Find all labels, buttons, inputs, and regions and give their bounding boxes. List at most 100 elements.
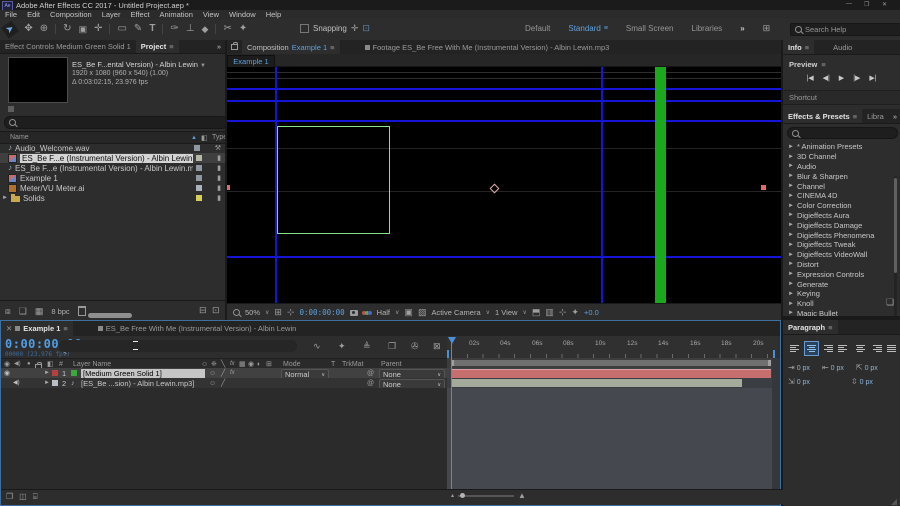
workspace-overflow-icon[interactable]: » xyxy=(740,24,744,33)
layer-row-1[interactable]: ◉ ► 1 [Medium Green Solid 1] ☺ ╱ fx Norm… xyxy=(1,368,447,380)
project-item-selected[interactable]: ES_Be F...e (Instrumental Version) - Alb… xyxy=(0,153,225,163)
layer-duration-bar-solid[interactable] xyxy=(451,369,771,378)
effects-category[interactable]: ► Keying xyxy=(783,289,900,299)
tab-libraries[interactable]: Libra xyxy=(862,109,889,123)
first-frame-button[interactable]: |◀ xyxy=(806,74,813,82)
snapshot-icon[interactable] xyxy=(349,309,358,316)
safe-margins-icon[interactable]: ⊹ xyxy=(287,308,295,317)
shape-outline-rect[interactable] xyxy=(277,126,390,234)
transparency-grid-icon[interactable]: ▨ xyxy=(418,308,427,317)
camera-view-value[interactable]: Active Camera xyxy=(431,308,480,317)
effects-category[interactable]: ► Expression Controls xyxy=(783,269,900,279)
workspace-default[interactable]: Default xyxy=(525,24,550,33)
zoom-out-mountain-icon[interactable]: ▴ xyxy=(451,493,454,499)
workspace-menu-icon[interactable]: ≡ xyxy=(604,25,608,32)
expand-in-out-icon[interactable]: ⌸ xyxy=(33,493,38,501)
expand-arrow-icon[interactable]: ► xyxy=(788,301,794,307)
shy-switch-icon[interactable]: ☺ xyxy=(209,370,216,377)
parent-pickwhip-icon[interactable]: @ xyxy=(367,380,374,387)
menu-composition[interactable]: Composition xyxy=(50,10,92,19)
frame-blending-icon[interactable]: ≜ xyxy=(363,342,371,351)
menu-edit[interactable]: Edit xyxy=(27,10,40,19)
puppet-pin-tool-icon[interactable]: ✦ xyxy=(239,24,247,34)
project-bit-depth[interactable]: 8 bpc xyxy=(51,307,69,316)
timeline-tab-active[interactable]: ✕ Example 1 ≡ xyxy=(1,321,73,336)
view-layout-value[interactable]: 1 View xyxy=(495,308,517,317)
layer-row-2[interactable]: ◀) ► 2 ♪ [ES_Be ...sion) - Albin Lewin.m… xyxy=(1,378,447,390)
layer-name-column-label[interactable]: Layer Name xyxy=(73,361,111,368)
guide-horizontal-1[interactable] xyxy=(227,88,781,90)
video-column-icon[interactable]: ◉ xyxy=(4,361,10,368)
pen-tool-icon[interactable]: ✎ xyxy=(134,24,142,34)
selection-tool-icon[interactable]: ➤ xyxy=(1,19,20,39)
expand-arrow-icon[interactable]: ► xyxy=(788,212,794,218)
project-item[interactable]: ♪ ES_Be F...e (Instrumental Version) - A… xyxy=(0,163,225,173)
snap-grid-icon[interactable]: ⊡ xyxy=(362,24,370,33)
graph-editor-icon[interactable]: ⊠ xyxy=(433,342,441,351)
comp-mini-flowchart-icon[interactable]: ∿ xyxy=(313,342,321,351)
quality-switch-icon[interactable]: ╱ xyxy=(221,380,225,387)
label-column-icon[interactable]: ◧ xyxy=(201,134,208,142)
zoom-slider-handle[interactable] xyxy=(460,493,466,498)
workspace-small-screen[interactable]: Small Screen xyxy=(626,24,674,33)
snap-to-features-icon[interactable]: ✛ xyxy=(351,24,359,33)
label-color-swatch[interactable] xyxy=(196,165,203,171)
timeline-tab-close-icon[interactable]: ✕ xyxy=(6,324,12,333)
justify-last-left-button[interactable] xyxy=(836,341,851,356)
effects-category[interactable]: ► Digieffects VideoWall xyxy=(783,250,900,260)
effects-category[interactable]: ► Audio xyxy=(783,162,900,172)
resolution-value[interactable]: Half xyxy=(377,308,390,317)
panel-menu-icon[interactable]: ≡ xyxy=(169,42,173,51)
effects-category[interactable]: ► Channel xyxy=(783,181,900,191)
indent-first-line-value[interactable]: 0 px xyxy=(865,365,878,372)
guide-vertical-2[interactable] xyxy=(601,67,603,303)
snapping-checkbox[interactable] xyxy=(300,24,309,33)
layer-handle-left[interactable] xyxy=(227,185,230,190)
effects-scrollbar-thumb[interactable] xyxy=(894,178,897,273)
zoom-tool-icon[interactable]: ⊕ xyxy=(40,24,48,34)
label-color-swatch[interactable] xyxy=(196,195,203,201)
label-color-swatch[interactable] xyxy=(193,145,200,151)
guide-horizontal-3[interactable] xyxy=(227,120,781,122)
effects-menu-icon[interactable]: ≡ xyxy=(853,112,857,121)
trkmat-column-label[interactable]: TrkMat xyxy=(342,361,364,368)
effects-column-icon[interactable]: fx xyxy=(230,361,235,367)
space-after-value[interactable]: 0 px xyxy=(860,379,873,386)
menu-file[interactable]: File xyxy=(5,10,17,19)
parent-column-label[interactable]: Parent xyxy=(381,361,402,368)
layer-name[interactable]: [Medium Green Solid 1] xyxy=(81,368,205,378)
delete-item-icon[interactable] xyxy=(77,306,86,316)
expand-arrow-icon[interactable]: ► xyxy=(788,144,794,150)
project-item[interactable]: Meter/VU Meter.ai ▮ xyxy=(0,183,225,193)
label-color-swatch[interactable] xyxy=(196,185,203,191)
layer-expand-icon[interactable]: ► xyxy=(44,380,50,386)
panel-overflow-icon[interactable]: » xyxy=(217,42,225,51)
mode-column-label[interactable]: Mode xyxy=(283,361,301,368)
timeline-search-field[interactable] xyxy=(59,340,297,352)
timeline-link-icon[interactable]: ⊹ xyxy=(559,308,567,317)
effects-category[interactable]: ► * Animation Presets xyxy=(783,142,900,152)
help-search-field[interactable]: Search Help xyxy=(790,23,900,36)
tab-effects-presets[interactable]: Effects & Presets ≡ xyxy=(783,109,863,123)
tab-effect-controls[interactable]: Effect Controls Medium Green Solid 1 xyxy=(0,40,136,53)
shy-switch-icon[interactable]: ☺ xyxy=(209,380,216,387)
last-frame-button[interactable]: ▶| xyxy=(869,74,876,82)
maximize-button[interactable]: ❐ xyxy=(864,1,869,8)
playhead-marker[interactable] xyxy=(448,337,456,344)
clone-stamp-tool-icon[interactable]: ⊥ xyxy=(186,24,195,34)
pixel-aspect-icon[interactable]: ⬒ xyxy=(532,308,541,317)
viewer-panel-menu-icon[interactable]: ≡ xyxy=(330,43,334,52)
effects-category[interactable]: ► Digieffects Tweak xyxy=(783,240,900,250)
panel-grid-icon[interactable]: ⊟ xyxy=(199,306,207,315)
justify-all-button[interactable] xyxy=(885,341,900,356)
pan-behind-tool-icon[interactable]: ✛ xyxy=(94,24,102,34)
work-area-start-bracket[interactable] xyxy=(447,350,449,358)
track-empty-area[interactable] xyxy=(447,388,780,489)
preview-menu-icon[interactable]: ≡ xyxy=(821,60,825,69)
expand-arrow-icon[interactable]: ► xyxy=(788,203,794,209)
workspace-standard[interactable]: Standard xyxy=(568,24,600,33)
audio-column-icon[interactable]: ◀) xyxy=(14,361,21,367)
motion-blur-icon[interactable]: ❐ xyxy=(388,342,396,351)
region-of-interest-icon[interactable]: ▣ xyxy=(404,308,413,317)
tab-composition[interactable]: Composition Example 1 ≡ xyxy=(242,40,340,54)
